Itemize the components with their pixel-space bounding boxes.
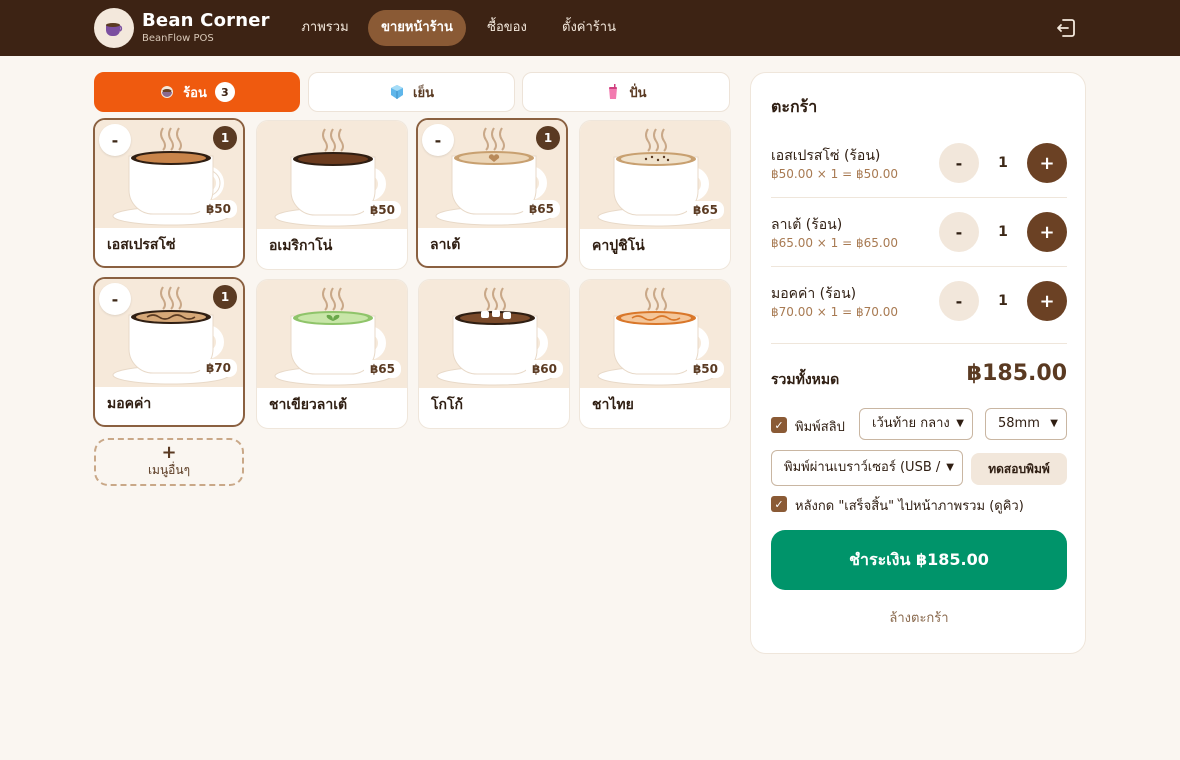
price-badge: ฿50: [363, 201, 401, 219]
divider: [771, 266, 1067, 267]
chevron-down-icon: ▼: [946, 462, 954, 473]
cart-item-qty: 1: [998, 224, 1008, 240]
coffee-cup-icon: [106, 23, 123, 36]
test-print-button[interactable]: ทดสอบพิมพ์: [971, 453, 1067, 485]
nav-pos[interactable]: ขายหน้าร้าน: [368, 10, 466, 46]
price-badge: ฿50: [686, 360, 724, 378]
price-badge: ฿60: [525, 360, 563, 378]
tab-blended[interactable]: ปั่น: [522, 72, 730, 112]
quantity-badge: 1: [536, 126, 560, 150]
increase-qty-button[interactable]: +: [1027, 143, 1067, 183]
product-card-cappuccino[interactable]: ฿65 คาปูชิโน่: [579, 120, 731, 270]
tab-cold-label: เย็น: [413, 85, 434, 101]
printer-select-value: พิมพ์ผ่านเบราว์เซอร์ (USB /: [784, 460, 941, 475]
product-name: ชาไทย: [592, 397, 634, 413]
other-menu-label: เมนูอื่นๆ: [147, 462, 191, 477]
total-label: รวมทั้งหมด: [771, 372, 840, 388]
quantity-badge: 1: [213, 126, 237, 150]
nav-settings[interactable]: ตั้งค่าร้าน: [548, 10, 630, 46]
cart-item: มอคค่า (ร้อน) ฿70.00 × 1 = ฿70.00 - 1 +: [771, 281, 1067, 351]
nav-purchase[interactable]: ซื้อของ: [474, 10, 540, 46]
print-slip-checkbox[interactable]: ✓: [771, 417, 787, 433]
paper-size-select[interactable]: 58mm ▼: [985, 408, 1067, 440]
price-badge: ฿65: [686, 201, 724, 219]
cart-item-qty: 1: [998, 293, 1008, 309]
product-name: เอสเปรสโซ่: [107, 237, 176, 253]
brand-logo: [94, 8, 134, 48]
chevron-down-icon: ▼: [1050, 418, 1058, 429]
plus-icon: +: [161, 441, 177, 463]
product-card-espresso[interactable]: - 1 ฿50 เอสเปรสโซ่: [93, 118, 245, 268]
divider: [771, 343, 1067, 344]
cart-item-calc: ฿70.00 × 1 = ฿70.00: [771, 305, 898, 319]
decrease-qty-button[interactable]: -: [939, 143, 979, 183]
smoothie-icon: [609, 84, 618, 99]
price-badge: ฿70: [199, 359, 237, 377]
brand-subtitle: BeanFlow POS: [142, 33, 214, 44]
product-name: มอคค่า: [107, 396, 152, 412]
clear-cart-link[interactable]: ล้างตะกร้า: [771, 607, 1067, 628]
product-name: ชาเขียวลาเต้: [269, 397, 348, 413]
brand-name: Bean Corner: [142, 10, 270, 31]
margin-select[interactable]: เว้นท้าย กลาง ▼: [859, 408, 973, 440]
product-card-latte[interactable]: - 1 ฿65 ลาเต้: [416, 118, 568, 268]
decrease-button[interactable]: -: [99, 124, 131, 156]
cart-item-calc: ฿65.00 × 1 = ฿65.00: [771, 236, 898, 250]
total-value: ฿185.00: [966, 361, 1067, 386]
product-card-mocha[interactable]: - 1 ฿70 มอคค่า: [93, 277, 245, 427]
tab-hot-count: 3: [214, 82, 235, 102]
after-finish-label: หลังกด "เสร็จสิ้น" ไปหน้าภาพรวม (ดูคิว): [795, 499, 1024, 514]
tab-blended-label: ปั่น: [629, 85, 647, 101]
product-card-cocoa[interactable]: ฿60 โกโก้: [418, 279, 570, 429]
tab-cold[interactable]: เย็น: [308, 72, 515, 112]
chevron-down-icon: ▼: [956, 418, 964, 429]
quantity-badge: 1: [213, 285, 237, 309]
cart-item-qty: 1: [998, 155, 1008, 171]
cart-item-name: เอสเปรสโซ่ (ร้อน): [771, 148, 881, 164]
pay-button[interactable]: ชำระเงิน ฿185.00: [771, 530, 1067, 590]
decrease-button[interactable]: -: [422, 124, 454, 156]
price-badge: ฿50: [199, 200, 237, 218]
ice-cube-icon: [391, 85, 404, 99]
after-finish-checkbox[interactable]: ✓: [771, 496, 787, 512]
logout-icon[interactable]: [1054, 16, 1078, 40]
tab-hot-label: ร้อน: [183, 85, 207, 101]
product-name: คาปูชิโน่: [592, 238, 645, 254]
printer-select[interactable]: พิมพ์ผ่านเบราว์เซอร์ (USB / ▼: [771, 450, 963, 486]
cart-item: ลาเต้ (ร้อน) ฿65.00 × 1 = ฿65.00 - 1 +: [771, 212, 1067, 282]
product-name: อเมริกาโน่: [269, 238, 333, 254]
tab-hot[interactable]: ร้อน 3: [94, 72, 300, 112]
nav-overview[interactable]: ภาพรวม: [288, 10, 362, 46]
print-slip-label: พิมพ์สลิป: [795, 420, 845, 435]
decrease-qty-button[interactable]: -: [939, 281, 979, 321]
price-badge: ฿65: [363, 360, 401, 378]
cart-item-calc: ฿50.00 × 1 = ฿50.00: [771, 167, 898, 181]
product-card-americano[interactable]: ฿50 อเมริกาโน่: [256, 120, 408, 270]
product-card-thai-tea[interactable]: ฿50 ชาไทย: [579, 279, 731, 429]
decrease-qty-button[interactable]: -: [939, 212, 979, 252]
price-badge: ฿65: [522, 200, 560, 218]
cart-panel: ตะกร้า เอสเปรสโซ่ (ร้อน) ฿50.00 × 1 = ฿5…: [750, 72, 1086, 654]
add-other-menu-button[interactable]: + เมนูอื่นๆ: [94, 438, 244, 486]
divider: [771, 197, 1067, 198]
product-card-green-tea-latte[interactable]: ฿65 ชาเขียวลาเต้: [256, 279, 408, 429]
cart-item-name: ลาเต้ (ร้อน): [771, 217, 843, 233]
product-name: ลาเต้: [430, 237, 461, 253]
decrease-button[interactable]: -: [99, 283, 131, 315]
product-name: โกโก้: [431, 397, 463, 413]
margin-select-value: เว้นท้าย กลาง: [872, 416, 950, 431]
top-bar: Bean Corner BeanFlow POS ภาพรวม ขายหน้าร…: [0, 0, 1180, 56]
hot-drink-icon: [161, 86, 174, 98]
cart-item: เอสเปรสโซ่ (ร้อน) ฿50.00 × 1 = ฿50.00 - …: [771, 143, 1067, 213]
paper-size-value: 58mm: [998, 416, 1040, 431]
cart-title: ตะกร้า: [771, 97, 818, 116]
increase-qty-button[interactable]: +: [1027, 212, 1067, 252]
increase-qty-button[interactable]: +: [1027, 281, 1067, 321]
cart-item-name: มอคค่า (ร้อน): [771, 286, 857, 302]
